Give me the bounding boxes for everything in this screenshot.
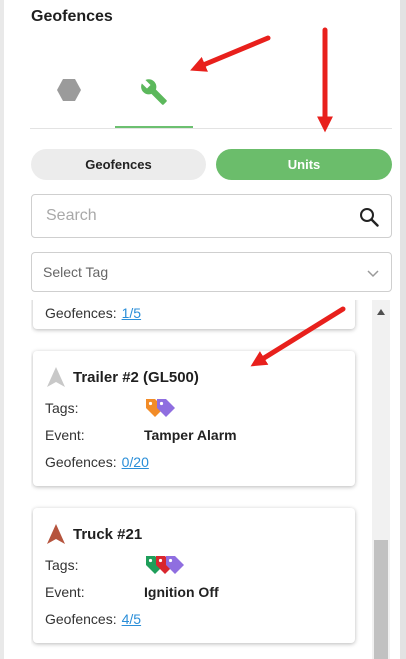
tag-select-label: Select Tag [43, 264, 109, 280]
segment-geofences-button[interactable]: Geofences [31, 149, 206, 180]
tags-label: Tags: [45, 400, 79, 416]
tag-icons [144, 397, 194, 421]
event-value: Ignition Off [144, 584, 219, 600]
segment-units-button[interactable]: Units [216, 149, 392, 180]
wrench-icon [141, 79, 167, 105]
geofences-count-link[interactable]: 1/5 [122, 305, 141, 321]
unit-card[interactable]: Trailer #2 (GL500) Tags: Event: Tamper A… [33, 351, 355, 486]
tabs-divider [30, 128, 392, 129]
event-label: Event: [45, 584, 85, 600]
tag-select[interactable]: Select Tag [31, 252, 392, 292]
annotation-arrow [190, 35, 271, 72]
unit-header: Truck #21 [47, 524, 142, 544]
search-input[interactable] [46, 205, 346, 227]
unit-name: Trailer #2 (GL500) [73, 368, 199, 386]
tags-row: Tags: [45, 556, 184, 574]
unit-card[interactable]: Geofences: 1/5 [33, 300, 355, 329]
tag-icon [157, 399, 175, 417]
navigation-arrow-icon [47, 524, 65, 544]
chevron-down-icon [367, 270, 379, 278]
geofences-count-link[interactable]: 4/5 [122, 611, 141, 627]
geofences-label: Geofences: [45, 305, 117, 321]
panel-right-border [400, 0, 406, 659]
scroll-up-arrow-icon[interactable] [377, 309, 385, 315]
tags-label: Tags: [45, 557, 79, 573]
panel-title: Geofences [31, 8, 113, 25]
event-value: Tamper Alarm [144, 427, 237, 443]
event-row: Event: Ignition Off [45, 584, 219, 600]
geofences-row: Geofences: 1/5 [45, 305, 141, 321]
geofences-row: Geofences: 4/5 [45, 611, 141, 627]
event-row: Event: Tamper Alarm [45, 427, 237, 443]
geofences-row: Geofences: 0/20 [45, 454, 149, 470]
tags-row: Tags: [45, 399, 175, 417]
search-icon[interactable] [359, 207, 379, 227]
unit-card[interactable]: Truck #21 Tags: Event: Ignition Off Geof… [33, 508, 355, 643]
tab-geofence-view[interactable] [30, 66, 108, 128]
search-box[interactable] [31, 194, 392, 238]
geofences-label: Geofences: [45, 454, 117, 470]
unit-name: Truck #21 [73, 525, 143, 543]
hexagon-icon [57, 79, 81, 101]
tag-icon [166, 556, 184, 574]
list-scrollbar[interactable] [372, 300, 390, 659]
navigation-arrow-icon [47, 367, 65, 387]
unit-list[interactable]: Geofences: 1/5 Trailer #2 (GL500) Tags: E… [31, 300, 372, 659]
event-label: Event: [45, 427, 85, 443]
panel-left-border [0, 0, 4, 659]
geofences-label: Geofences: [45, 611, 117, 627]
tag-icons [144, 554, 194, 578]
geofences-count-link[interactable]: 0/20 [122, 454, 149, 470]
unit-header: Trailer #2 (GL500) [47, 367, 199, 387]
tab-tools-view[interactable] [115, 66, 193, 128]
scrollbar-thumb[interactable] [374, 540, 388, 659]
